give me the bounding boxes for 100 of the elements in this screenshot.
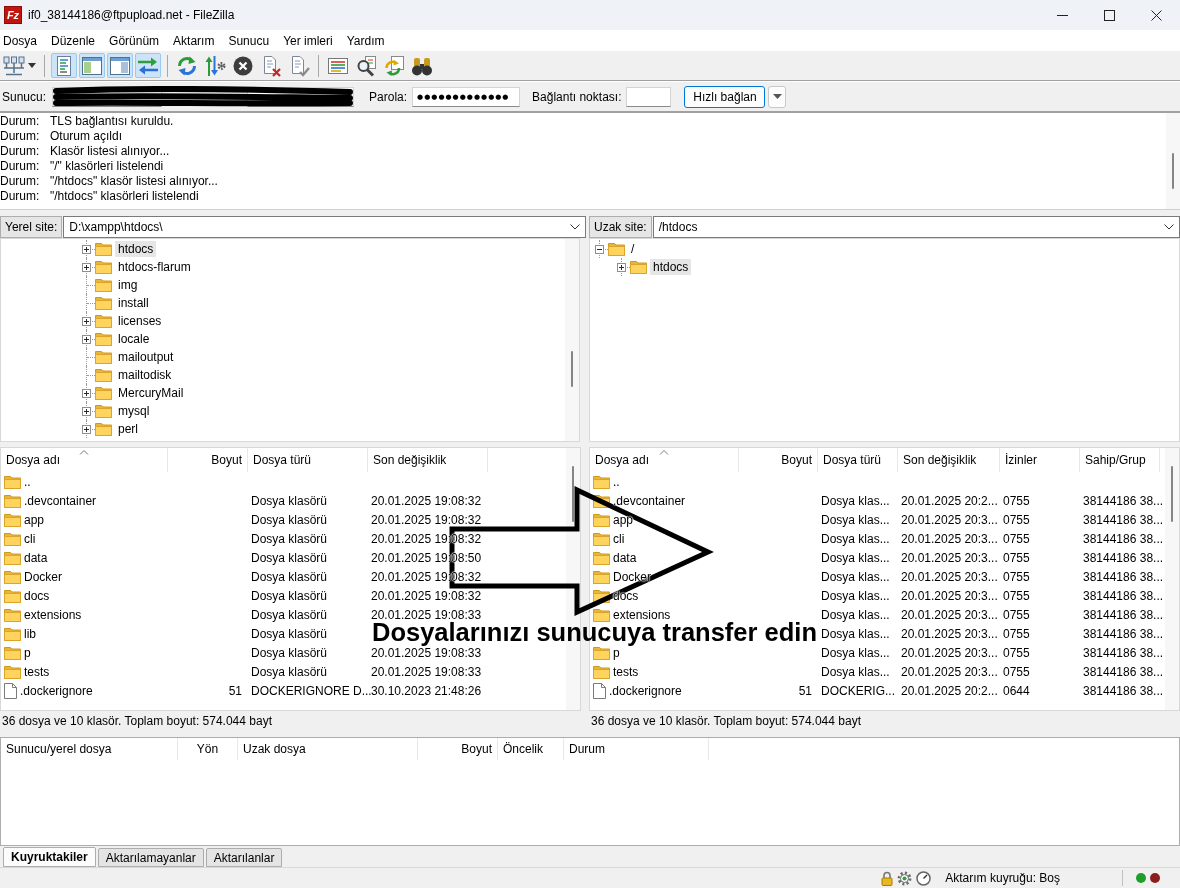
tab[interactable]: Aktarılanlar [205, 848, 283, 867]
file-name[interactable]: tests [24, 664, 50, 679]
menu-item[interactable]: Dosya [0, 33, 44, 48]
column-header[interactable]: Boyut [739, 448, 818, 472]
column-header[interactable]: Dosya adı [1, 448, 168, 472]
tree-item[interactable]: htdocs [650, 259, 692, 275]
file-type: Dosya klas... [821, 588, 890, 603]
file-name[interactable]: .dockerignore [609, 683, 682, 698]
column-header[interactable]: Son değişiklik [898, 448, 1000, 472]
owner-text: 38144186 38... [1083, 607, 1164, 622]
dropdown-button[interactable] [768, 85, 787, 108]
close-icon[interactable] [1151, 9, 1162, 21]
tree-item[interactable]: htdocs [115, 241, 157, 257]
file-name[interactable]: tests [613, 664, 639, 679]
column-header[interactable]: Öncelik [498, 738, 564, 760]
file-name[interactable]: .devcontainer [24, 493, 97, 508]
tree-item[interactable]: install [115, 295, 152, 311]
folder-icon [95, 296, 112, 310]
file-name[interactable]: p [24, 645, 31, 660]
file-type: Dosya klasörü [251, 512, 328, 527]
modified-date: 20.01.2025 20:3... [901, 531, 998, 546]
file-name[interactable]: lib [24, 626, 36, 641]
port-field[interactable] [626, 86, 672, 107]
folder-icon [95, 242, 112, 256]
permissions-text: 0755 [1003, 626, 1030, 641]
tab[interactable]: Aktarılamayanlar [97, 848, 204, 867]
tree-item[interactable]: locale [115, 331, 153, 347]
file-name[interactable]: docs [613, 588, 639, 603]
file-name[interactable]: .dockerignore [20, 683, 93, 698]
column-header[interactable]: Son değişiklik [368, 448, 488, 472]
column-header[interactable]: Dosya türü [248, 448, 368, 472]
maximize-icon[interactable] [1104, 9, 1115, 21]
column-header[interactable]: Dosya adı [590, 448, 739, 472]
menu-item[interactable]: Düzenle [44, 33, 103, 48]
file-type: Dosya klasörü [251, 531, 328, 546]
modified-date: 20.01.2025 19:08:33 [371, 664, 482, 679]
file-type: Dosya klasörü [251, 569, 328, 584]
arrows-gear-icon [204, 54, 226, 77]
column-header[interactable]: Yön [178, 738, 238, 760]
minimize-icon[interactable] [1057, 14, 1068, 16]
file-name[interactable]: cli [613, 531, 625, 546]
menu-item[interactable]: Sunucu [221, 33, 277, 48]
file-name[interactable]: docs [24, 588, 50, 603]
tree-item[interactable]: img [115, 277, 141, 293]
window-title: if0_38144186@ftpupload.net - FileZilla [28, 8, 235, 22]
path-combobox[interactable]: /htdocs [652, 216, 1180, 238]
file-name[interactable]: Docker [613, 569, 651, 584]
tree-item[interactable]: mailoutput [115, 349, 177, 365]
file-name[interactable]: data [613, 550, 637, 565]
file-name[interactable]: data [24, 550, 48, 565]
tree-item[interactable]: / [628, 241, 638, 257]
column-header[interactable]: İzinler [1000, 448, 1080, 472]
tree-item[interactable]: htdocs-flarum [115, 259, 194, 275]
file-name[interactable]: .devcontainer [613, 493, 686, 508]
file-name[interactable]: extensions [24, 607, 82, 622]
file-type: Dosya klas... [821, 645, 890, 660]
file-name[interactable]: .. [613, 474, 620, 489]
tree-item[interactable]: licenses [115, 313, 165, 329]
caret-icon [28, 63, 36, 68]
toolbar-button[interactable] [107, 53, 133, 78]
window-right-pane-icon [109, 54, 131, 77]
tree-item[interactable]: mysql [115, 403, 153, 419]
file-name[interactable]: app [613, 512, 634, 527]
scrollbar[interactable] [565, 239, 579, 441]
summary-text: 36 dosya ve 10 klasör. Toplam boyut: 574.044 bayt [2, 714, 272, 728]
port-label: Bağlantı noktası: [532, 89, 622, 104]
toolbar-button[interactable] [79, 53, 105, 78]
column-header[interactable]: Durum [564, 738, 709, 760]
file-name[interactable]: Docker [24, 569, 62, 584]
tree-item[interactable]: mailtodisk [115, 367, 175, 383]
file-name[interactable]: app [24, 512, 45, 527]
menu-item[interactable]: Aktarım [166, 33, 222, 48]
scrollbar[interactable] [1165, 448, 1179, 710]
log-message: "/htdocs" klasörleri listelendi [50, 188, 199, 203]
column-header[interactable]: Boyut [418, 738, 498, 760]
quickconnect-button[interactable]: Hızlı bağlan [684, 85, 766, 108]
scrollbar[interactable] [1166, 113, 1180, 209]
file-name[interactable]: cli [24, 531, 36, 546]
file-name[interactable]: .. [24, 474, 31, 489]
column-header[interactable]: Uzak dosya [238, 738, 418, 760]
modified-date: 20.01.2025 20:3... [901, 512, 998, 527]
file-name[interactable]: p [613, 645, 620, 660]
folder-icon [593, 645, 610, 660]
owner-text: 38144186 38... [1083, 588, 1164, 603]
tab[interactable]: Kuyruktakiler [3, 847, 96, 867]
permissions-text: 0755 [1003, 493, 1030, 508]
log-message: Oturum açıldı [50, 128, 123, 143]
column-header[interactable]: Sunucu/yerel dosya [1, 738, 178, 760]
menu-item[interactable]: Yardım [339, 33, 392, 48]
column-header[interactable]: Dosya türü [818, 448, 898, 472]
menu-item[interactable]: Yer imleri [276, 33, 340, 48]
site-label: Yerel site: [0, 216, 63, 238]
tree-item[interactable]: MercuryMail [115, 385, 187, 401]
tree-item[interactable]: perl [115, 421, 141, 437]
column-header[interactable]: Boyut [168, 448, 248, 472]
path-combobox[interactable]: D:\xampp\htdocs\ [63, 216, 586, 238]
column-header[interactable]: Sahip/Grup [1080, 448, 1160, 472]
permissions-text: 0755 [1003, 512, 1030, 527]
file-type: Dosya klasörü [251, 588, 328, 603]
menu-item[interactable]: Görünüm [102, 33, 167, 48]
